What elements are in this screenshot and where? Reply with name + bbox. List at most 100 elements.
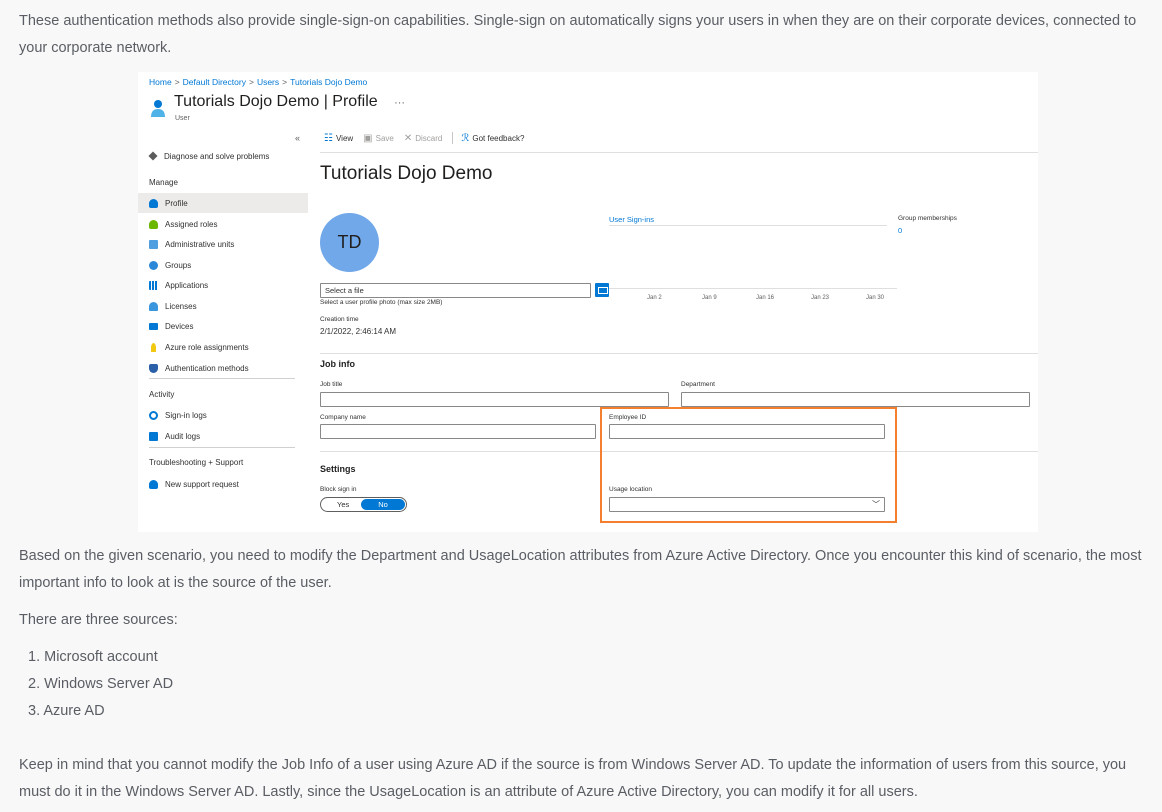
department-field[interactable] [681, 392, 1030, 407]
sidebar-item-devices[interactable]: Devices [138, 316, 308, 336]
sidebar-item-label: Devices [165, 321, 194, 331]
chart-tick: Jan 2 [647, 295, 662, 301]
creation-time-value: 2/1/2022, 2:46:14 AM [320, 327, 397, 336]
header-section: | Profile [323, 93, 378, 110]
sidebar-item-diagnose[interactable]: Diagnose and solve problems [138, 146, 308, 166]
feedback-button[interactable]: ℛ Got feedback? [461, 133, 524, 144]
sidebar-item-label: Licenses [165, 301, 197, 311]
sidebar-item-label: Audit logs [165, 431, 201, 441]
nav-divider [149, 447, 295, 448]
audit-log-icon [149, 431, 158, 441]
sign-ins-chart-top [609, 225, 887, 226]
chart-tick: Jan 16 [756, 295, 775, 301]
job-info-heading: Job info [320, 359, 355, 369]
support-person-icon [149, 479, 158, 489]
breadcrumb-current-user[interactable]: Tutorials Dojo Demo [290, 77, 367, 87]
user-icon [151, 100, 165, 117]
save-icon: ▣ [363, 132, 373, 144]
role-icon [149, 219, 158, 229]
view-button[interactable]: ☷ View [324, 133, 353, 144]
more-icon[interactable]: ··· [394, 97, 405, 109]
sidebar-item-administrative-units[interactable]: Administrative units [138, 234, 308, 254]
sidebar-item-groups[interactable]: Groups [138, 255, 308, 275]
sidebar-item-applications[interactable]: Applications [138, 275, 308, 295]
sidebar-item-authentication-methods[interactable]: Authentication methods [138, 358, 308, 378]
sidebar-item-licenses[interactable]: Licenses [138, 296, 308, 316]
nav-divider [149, 378, 295, 379]
breadcrumb-home[interactable]: Home [149, 77, 172, 87]
sign-ins-chart-axis [609, 288, 897, 289]
chart-tick: Jan 23 [811, 295, 830, 301]
toolbar-divider [320, 152, 1038, 153]
nav-heading-manage: Manage [149, 178, 178, 187]
sidebar-item-label: New support request [165, 479, 239, 489]
toolbar-divider [452, 132, 454, 144]
block-sign-in-toggle[interactable]: Yes No [320, 497, 407, 512]
collapse-sidebar-icon[interactable]: « [295, 133, 300, 143]
breadcrumb-users[interactable]: Users [257, 77, 279, 87]
toggle-yes[interactable]: Yes [337, 500, 349, 509]
sign-in-icon [149, 410, 158, 420]
list-item: 2. Windows Server AD [28, 676, 174, 692]
department-label: Department [681, 381, 715, 388]
creation-time-label: Creation time [320, 316, 359, 323]
view-settings-icon: ☷ [324, 132, 333, 144]
grid-apps-icon [149, 280, 158, 290]
sidebar-item-label: Diagnose and solve problems [164, 151, 270, 161]
scenario-paragraph: Based on the given scenario, you need to… [19, 548, 1142, 591]
job-title-label: Job title [320, 381, 343, 388]
page-header: Tutorials Dojo Demo | Profile ··· [174, 93, 405, 111]
command-bar: ☷ View ▣ Save ✕ Discard ℛ Got feedback? [324, 132, 534, 144]
highlight-box [600, 407, 897, 523]
sidebar-item-label: Groups [165, 260, 192, 270]
sidebar-item-label: Azure role assignments [165, 342, 249, 352]
person-icon [149, 198, 158, 208]
sidebar-item-label: Profile [165, 198, 188, 208]
sidebar-item-label: Authentication methods [165, 363, 249, 373]
key-icon [151, 342, 156, 352]
azure-portal-screenshot: Home > Default Directory > Users > Tutorials D… [138, 72, 1038, 532]
shield-icon [149, 363, 158, 373]
sidebar-item-label: Applications [165, 280, 209, 290]
groups-icon [149, 260, 158, 270]
sidebar-item-profile[interactable]: Profile [138, 193, 308, 213]
feedback-icon: ℛ [461, 132, 470, 144]
discard-button[interactable]: ✕ Discard [404, 133, 443, 144]
breadcrumb: Home > Default Directory > Users > Tutorials D… [149, 77, 368, 87]
group-memberships-count[interactable]: 0 [898, 226, 902, 235]
list-item: 3. Azure AD [28, 703, 105, 719]
photo-hint: Select a user profile photo (max size 2M… [320, 299, 443, 306]
list-item: 1. Microsoft account [28, 649, 158, 665]
upload-folder-icon[interactable] [595, 283, 609, 297]
sidebar-item-new-support-request[interactable]: New support request [138, 474, 308, 494]
intro-paragraph: These authentication methods also provid… [19, 13, 1137, 56]
photo-file-input[interactable]: Select a file [320, 283, 591, 298]
sidebar-item-azure-role-assignments[interactable]: Azure role assignments [138, 337, 308, 357]
sources-list: 1. Microsoft account 2. Windows Server A… [28, 644, 173, 725]
nav-heading-support: Troubleshooting + Support [149, 458, 244, 467]
section-divider [320, 353, 1038, 354]
admin-units-icon [149, 239, 158, 249]
company-name-field[interactable] [320, 424, 596, 439]
header-subtitle: User [175, 115, 190, 122]
settings-heading: Settings [320, 464, 356, 474]
close-icon: ✕ [403, 132, 413, 144]
sidebar-item-label: Sign-in logs [165, 410, 207, 420]
job-title-field[interactable] [320, 392, 669, 407]
header-user-name: Tutorials Dojo Demo [174, 93, 320, 110]
sidebar-item-audit-logs[interactable]: Audit logs [138, 426, 308, 446]
user-sign-ins-link[interactable]: User Sign-ins [609, 215, 654, 224]
save-button[interactable]: ▣ Save [363, 133, 394, 144]
group-memberships-label: Group memberships [898, 215, 957, 222]
chart-tick: Jan 9 [702, 295, 717, 301]
sidebar-item-sign-in-logs[interactable]: Sign-in logs [138, 405, 308, 425]
license-icon [149, 301, 158, 311]
breadcrumb-default-directory[interactable]: Default Directory [183, 77, 246, 87]
sidebar-item-label: Assigned roles [165, 219, 218, 229]
sources-intro: There are three sources: [19, 612, 178, 628]
conclusion-paragraph: Keep in mind that you cannot modify the … [19, 757, 1127, 800]
sidebar-item-label: Administrative units [165, 239, 235, 249]
devices-icon [149, 322, 158, 330]
sidebar-item-assigned-roles[interactable]: Assigned roles [138, 214, 308, 234]
toggle-no[interactable]: No [361, 499, 405, 510]
